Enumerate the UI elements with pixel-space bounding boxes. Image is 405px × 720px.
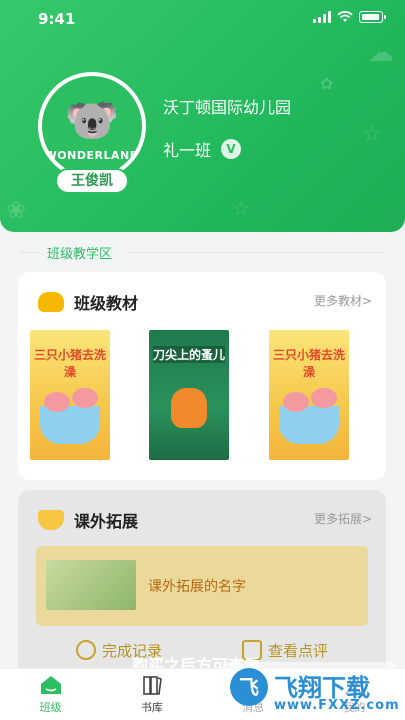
more-textbooks-link[interactable]: 更多教材> (314, 292, 372, 309)
status-time: 9:41 (38, 10, 76, 28)
textbooks-card: 班级教材 更多教材> 三只小猪去洗澡 刀尖上的蚤儿 三只小猪去洗澡 (18, 272, 386, 480)
history-icon (75, 640, 96, 660)
school-name: 沃丁顿国际幼儿园 (163, 98, 292, 117)
profile-header: ☁ ✿ ☆ ☆ ❀ 9:41 🐨 WONDERLAND 王俊凯 沃丁顿国际幼儿园… (0, 0, 405, 232)
battery-icon (359, 11, 386, 23)
status-icons (313, 11, 386, 23)
home-icon (40, 675, 61, 694)
star-decoration-icon: ☆ (232, 196, 250, 220)
extension-thumbnail (46, 560, 136, 610)
leaf-decoration-icon: ❀ (6, 196, 27, 224)
more-extension-link[interactable]: 更多拓展> (314, 510, 372, 527)
pig-illustration (283, 392, 309, 412)
class-name: 礼一班 (163, 141, 212, 160)
signal-icon (313, 11, 331, 23)
verified-badge-icon: V (221, 139, 242, 159)
book-cover[interactable]: 三只小猪去洗澡 (269, 330, 349, 460)
extension-item[interactable]: 课外拓展的名字 (36, 546, 368, 626)
bathtub-illustration (40, 406, 100, 444)
extension-icon (38, 510, 64, 530)
textbooks-header: 班级教材 (38, 290, 138, 314)
pig-illustration (44, 392, 70, 412)
bathtub-illustration (279, 406, 339, 444)
extension-title: 课外拓展 (74, 512, 139, 531)
pig-illustration (311, 388, 337, 408)
library-icon (143, 675, 162, 695)
book-cover[interactable]: 刀尖上的蚤儿 (149, 330, 229, 460)
watermark-site: www.FXXZ.com (274, 698, 400, 713)
textbooks-title: 班级教材 (74, 294, 139, 313)
star-decoration-icon: ✿ (320, 74, 334, 93)
school-logo: 🐨 WONDERLAND (38, 72, 146, 180)
extension-header: 课外拓展 (38, 508, 138, 532)
cloud-decoration-icon: ☁ (368, 38, 394, 68)
tab-library[interactable]: 书库 (101, 669, 202, 720)
watermark-logo-icon: 飞 (230, 668, 268, 706)
tab-class[interactable]: 班级 (0, 669, 101, 720)
student-name: 王俊凯 (55, 168, 129, 194)
wifi-icon (337, 11, 353, 22)
textbook-icon (38, 292, 64, 312)
koala-logo-icon: 🐨 (64, 95, 120, 146)
tab-label: 班级 (39, 700, 62, 714)
logo-text: WONDERLAND (44, 149, 140, 162)
book-title: 三只小猪去洗澡 (273, 348, 346, 379)
status-bar: 9:41 (0, 0, 405, 38)
book-title: 刀尖上的蚤儿 (153, 346, 226, 363)
pig-illustration (72, 388, 98, 408)
class-row: 礼一班 V (163, 137, 242, 161)
book-cover[interactable]: 三只小猪去洗澡 (30, 330, 110, 460)
book-title: 三只小猪去洗澡 (34, 348, 107, 379)
star-decoration-icon: ☆ (362, 122, 382, 147)
fox-illustration (171, 388, 207, 428)
extension-item-name: 课外拓展的名字 (148, 579, 246, 595)
site-watermark: 飞 飞翔下载 www.FXXZ.com (222, 662, 400, 718)
section-title: 班级教学区 (47, 247, 113, 262)
tab-label: 书库 (140, 700, 163, 714)
view-review-label: 查看点评 (267, 641, 328, 660)
